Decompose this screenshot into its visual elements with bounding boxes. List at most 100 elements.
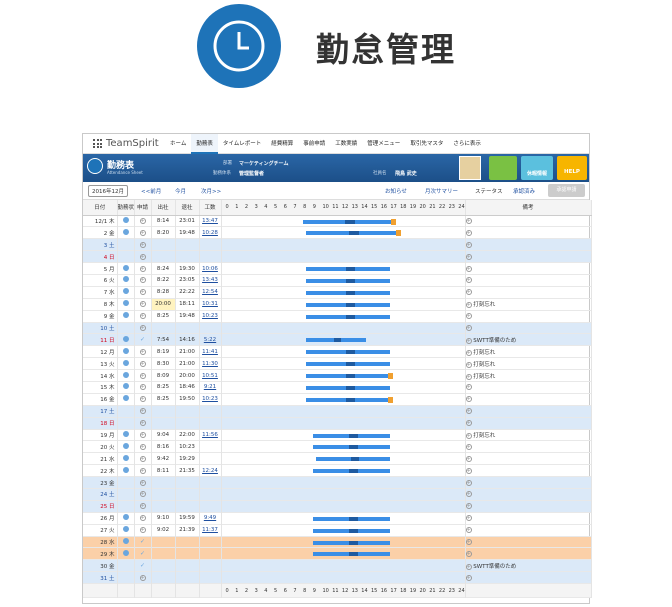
work-bar[interactable] xyxy=(312,552,391,557)
status-cell[interactable] xyxy=(117,286,135,299)
status-icon[interactable] xyxy=(122,371,129,378)
work-bar[interactable] xyxy=(306,338,367,343)
clock-in-cell[interactable]: 8:30 xyxy=(151,357,176,370)
note-cell[interactable]: + 打刻忘れ xyxy=(465,298,592,311)
status-cell[interactable] xyxy=(117,274,135,287)
note-cell[interactable]: + xyxy=(465,417,592,430)
note-cell[interactable]: + 打刻忘れ xyxy=(465,369,592,382)
request-cell[interactable]: + xyxy=(134,369,152,382)
work-bar[interactable] xyxy=(306,385,391,390)
work-hours-cell[interactable]: 11:30 xyxy=(199,357,222,370)
request-cell[interactable]: + xyxy=(134,286,152,299)
work-hours-cell[interactable]: 10:51 xyxy=(199,369,222,382)
clock-in-cell[interactable]: 8:14 xyxy=(151,215,176,227)
work-bar[interactable] xyxy=(312,540,391,545)
approve-request-button[interactable]: 承認申請 xyxy=(548,184,585,197)
add-note-icon[interactable]: + xyxy=(465,503,472,510)
next-month-link[interactable]: 次月>> xyxy=(201,187,221,195)
status-cell[interactable] xyxy=(117,262,135,275)
status-icon[interactable] xyxy=(122,276,129,283)
clock-out-cell[interactable]: 19:48 xyxy=(175,226,200,239)
add-note-icon[interactable]: + xyxy=(465,277,472,284)
work-hours-cell[interactable] xyxy=(199,536,222,548)
request-cell[interactable]: + xyxy=(134,262,152,275)
add-request-icon[interactable]: + xyxy=(139,253,146,260)
status-cell[interactable] xyxy=(117,524,135,537)
notice-link[interactable]: お知らせ xyxy=(385,187,407,195)
work-hours-cell[interactable] xyxy=(199,322,222,334)
request-cell[interactable]: + xyxy=(134,571,152,584)
add-note-icon[interactable]: + xyxy=(465,550,472,557)
add-note-icon[interactable]: + xyxy=(465,373,472,380)
add-request-icon[interactable]: + xyxy=(139,372,146,379)
work-hours-cell[interactable]: 10:23 xyxy=(199,310,222,323)
status-icon[interactable] xyxy=(122,514,129,521)
clock-out-cell[interactable]: 19:50 xyxy=(175,393,200,406)
clock-in-cell[interactable] xyxy=(151,536,176,548)
work-hours-cell[interactable]: 9:49 xyxy=(199,512,222,525)
status-cell[interactable] xyxy=(117,440,135,453)
status-cell[interactable] xyxy=(117,238,135,251)
add-note-icon[interactable]: + xyxy=(465,467,472,474)
add-note-icon[interactable]: + xyxy=(465,432,472,439)
clock-in-cell[interactable]: 8:25 xyxy=(151,393,176,406)
work-bar[interactable] xyxy=(306,314,391,319)
work-hours-cell[interactable]: 11:37 xyxy=(199,524,222,537)
note-cell[interactable]: + xyxy=(465,393,592,406)
add-request-icon[interactable]: + xyxy=(139,360,146,367)
leave-info-button[interactable]: 休暇情報 xyxy=(521,156,553,180)
work-bar[interactable] xyxy=(306,373,394,380)
request-cell[interactable]: ✓ xyxy=(134,333,152,346)
clock-out-cell[interactable]: 18:11 xyxy=(175,298,200,311)
add-request-icon[interactable]: + xyxy=(139,443,146,450)
request-cell[interactable]: + xyxy=(134,298,152,311)
status-icon[interactable] xyxy=(122,466,129,473)
status-cell[interactable] xyxy=(117,571,135,584)
add-note-icon[interactable]: + xyxy=(465,253,472,260)
clock-in-cell[interactable]: 9:02 xyxy=(151,524,176,537)
clock-out-cell[interactable] xyxy=(175,536,200,548)
request-cell[interactable]: ✓ xyxy=(134,536,152,548)
work-hours-cell[interactable]: 13:43 xyxy=(199,274,222,287)
add-note-icon[interactable]: + xyxy=(465,361,472,368)
request-cell[interactable]: + xyxy=(134,500,152,513)
clock-in-cell[interactable] xyxy=(151,238,176,251)
request-cell[interactable]: + xyxy=(134,238,152,251)
note-cell[interactable]: + xyxy=(465,250,592,263)
note-cell[interactable]: + xyxy=(465,405,592,418)
month-select[interactable]: 2016年12月 xyxy=(88,185,128,197)
work-hours-cell[interactable]: 11:41 xyxy=(199,345,222,358)
work-hours-cell[interactable] xyxy=(199,417,222,430)
clock-in-cell[interactable]: 9:04 xyxy=(151,429,176,441)
tab-0[interactable]: ホーム xyxy=(165,134,191,154)
work-hours-cell[interactable]: 10:06 xyxy=(199,262,222,275)
add-request-icon[interactable]: + xyxy=(139,527,146,534)
clock-in-cell[interactable]: 8:11 xyxy=(151,464,176,477)
clock-out-cell[interactable] xyxy=(175,417,200,430)
request-cell[interactable]: + xyxy=(134,381,152,394)
status-cell[interactable] xyxy=(117,500,135,513)
monthly-summary-link[interactable]: 月次サマリー xyxy=(425,187,458,195)
status-cell[interactable] xyxy=(117,512,135,525)
add-request-icon[interactable]: + xyxy=(139,229,146,236)
request-cell[interactable]: + xyxy=(134,452,152,465)
note-cell[interactable]: + SWTT準備のため xyxy=(465,559,592,572)
add-request-icon[interactable]: + xyxy=(139,289,146,296)
status-cell[interactable] xyxy=(117,345,135,358)
status-cell[interactable] xyxy=(117,322,135,334)
clock-in-cell[interactable] xyxy=(151,417,176,430)
add-request-icon[interactable]: + xyxy=(139,408,146,415)
work-hours-cell[interactable]: 9:21 xyxy=(199,381,222,394)
work-bar[interactable] xyxy=(312,445,391,450)
request-cell[interactable]: + xyxy=(134,440,152,453)
add-note-icon[interactable]: + xyxy=(465,229,472,236)
tab-3[interactable]: 経費精算 xyxy=(266,134,298,154)
note-cell[interactable]: + xyxy=(465,524,592,537)
status-cell[interactable] xyxy=(117,393,135,406)
status-cell[interactable] xyxy=(117,488,135,501)
status-icon[interactable] xyxy=(122,347,129,354)
add-request-icon[interactable]: + xyxy=(139,503,146,510)
nav-more-menu[interactable]: さらに表示 xyxy=(448,134,486,154)
status-cell[interactable] xyxy=(117,215,135,227)
status-cell[interactable] xyxy=(117,381,135,394)
